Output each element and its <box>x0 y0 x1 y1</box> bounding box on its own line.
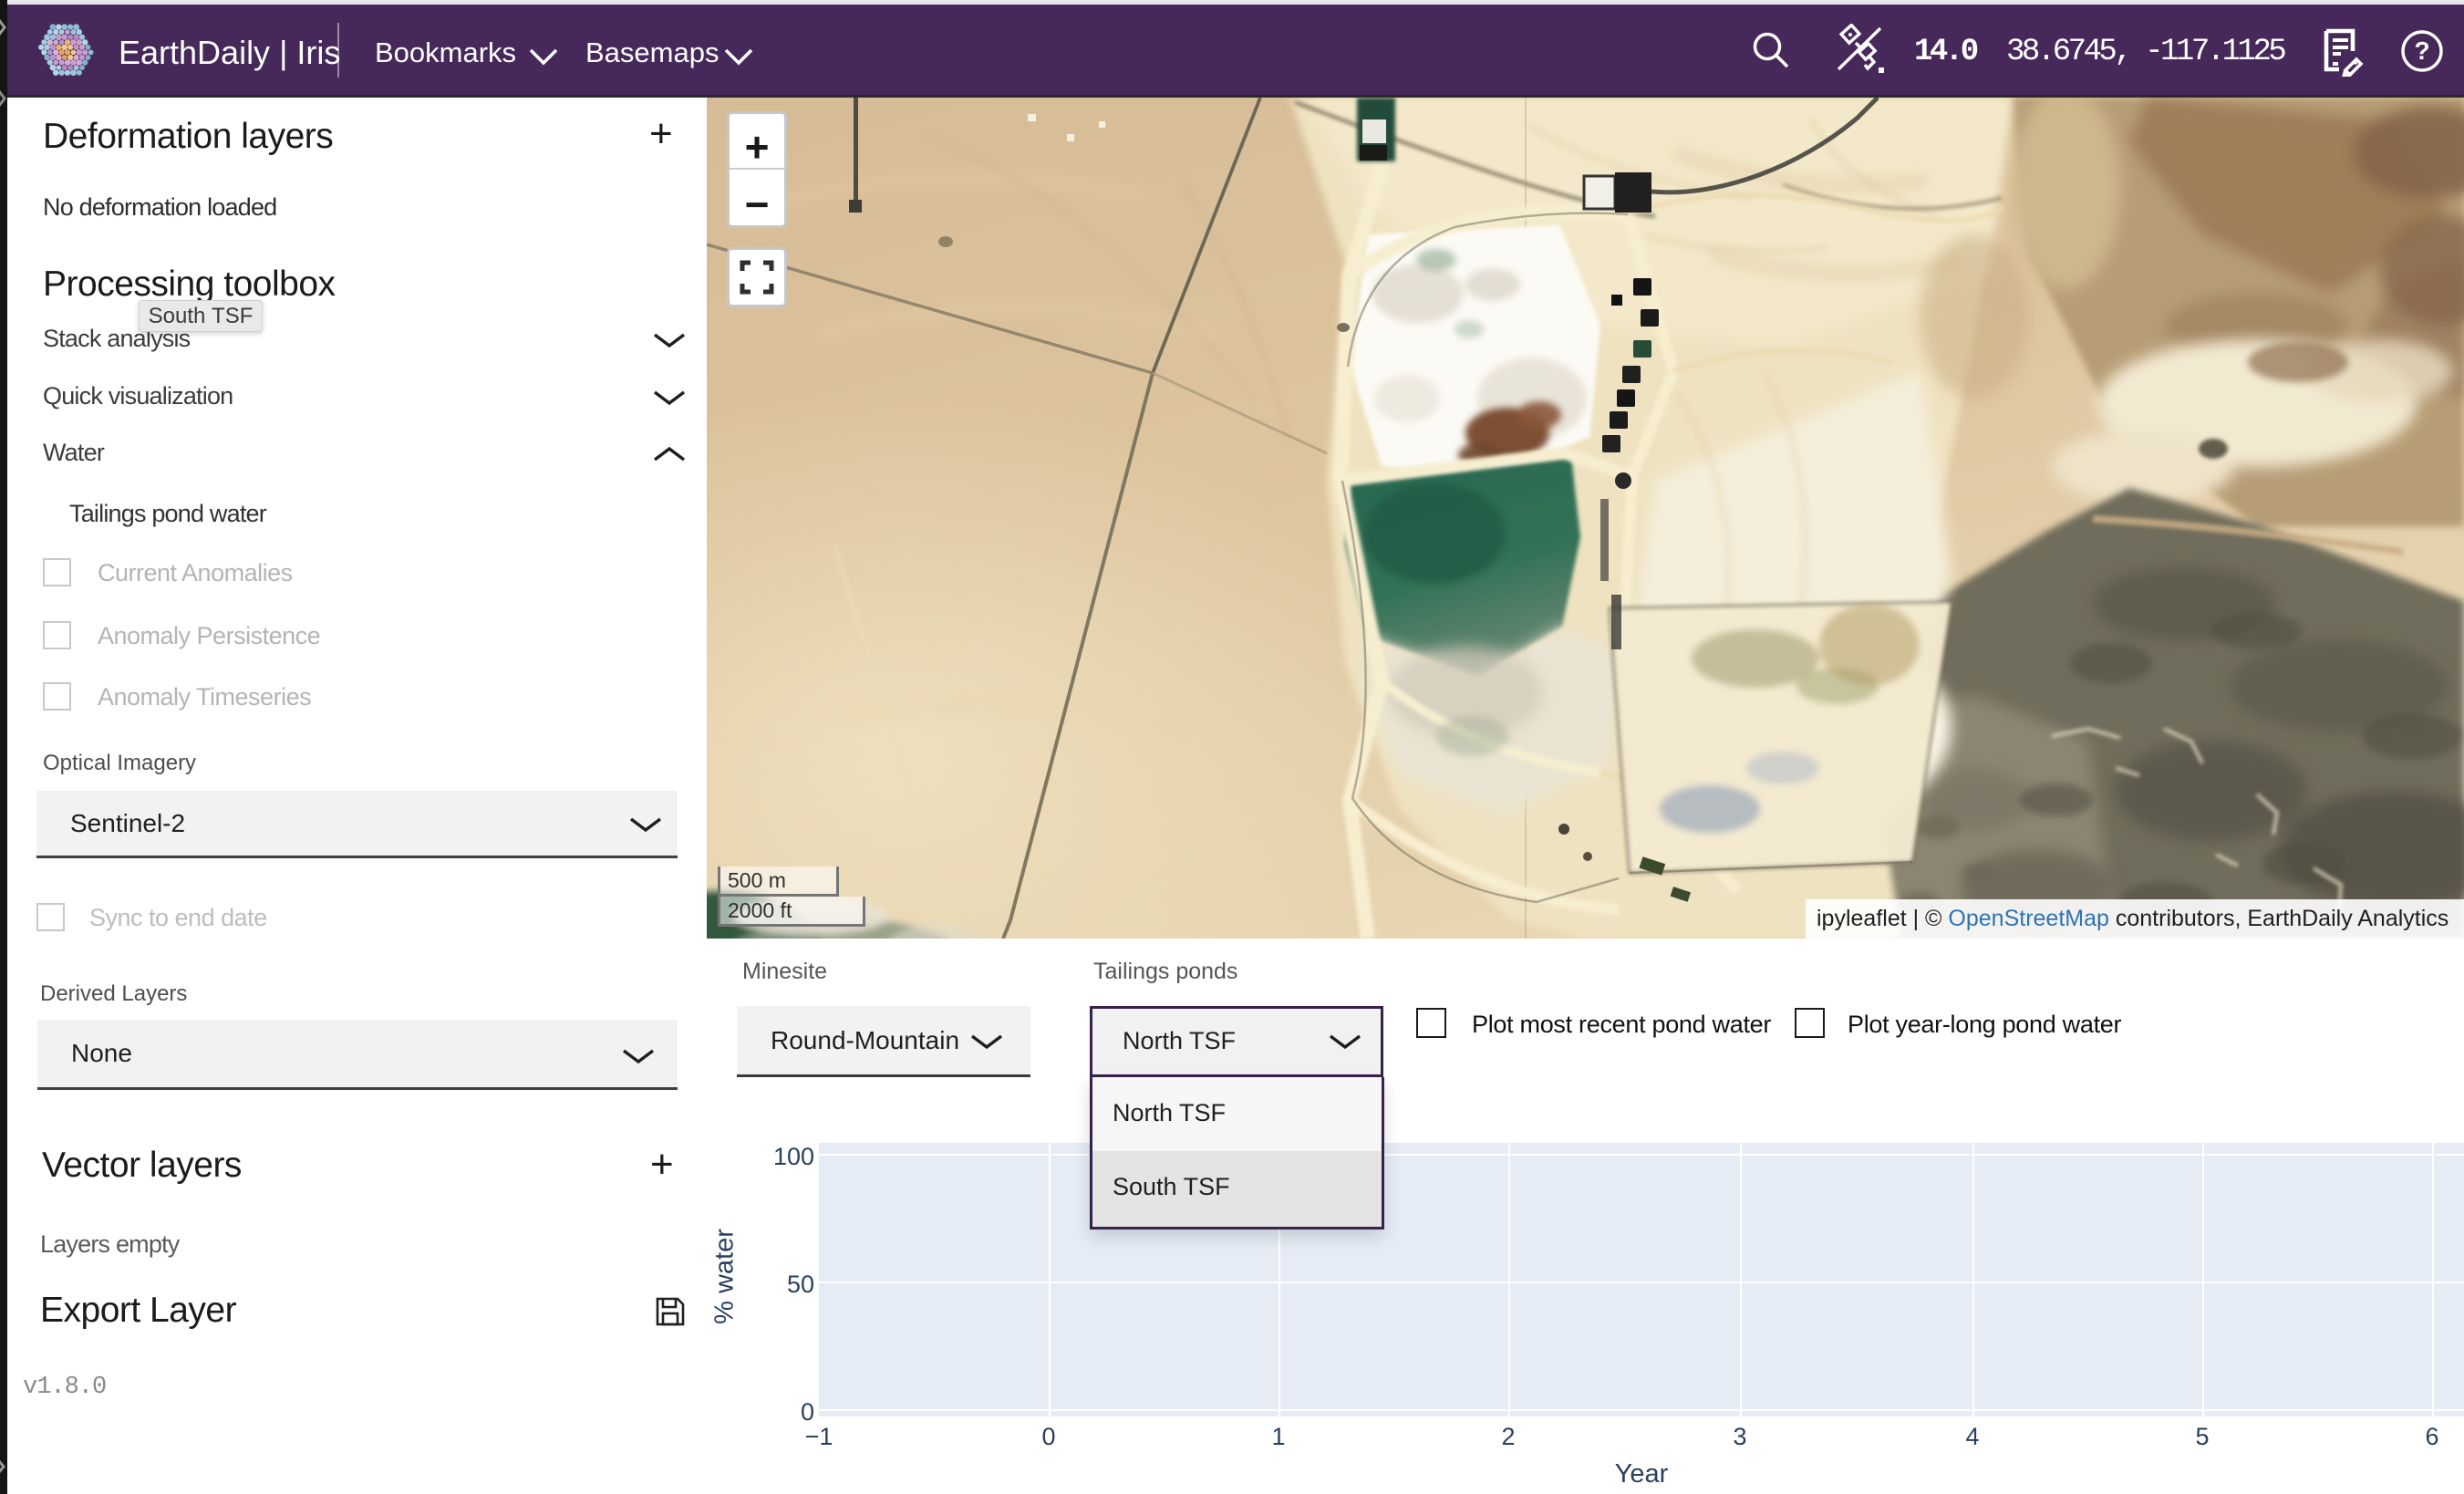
svg-text:?: ? <box>2414 36 2429 65</box>
